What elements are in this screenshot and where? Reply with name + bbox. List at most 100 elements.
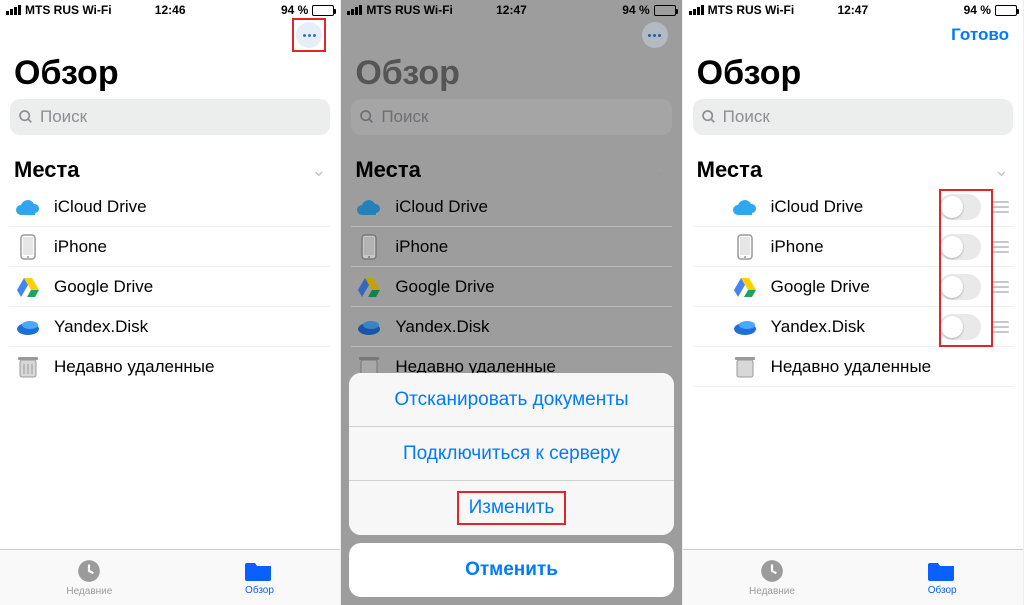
item-label: Недавно удаленные xyxy=(54,357,214,377)
sheet-edit[interactable]: Изменить xyxy=(349,481,673,535)
tab-bar: Недавние Обзор xyxy=(0,549,340,605)
sheet-option-label: Изменить xyxy=(469,497,555,518)
toggle-iphone[interactable] xyxy=(939,234,981,260)
folder-icon xyxy=(928,559,956,583)
search-icon xyxy=(701,109,717,125)
item-label: iPhone xyxy=(771,237,824,257)
sheet-scan-documents[interactable]: Отсканировать документы xyxy=(349,373,673,427)
section-title: Места xyxy=(697,157,763,183)
search-input[interactable]: Поиск xyxy=(693,99,1013,135)
list-item: Yandex.Disk xyxy=(693,307,1013,347)
tab-label: Обзор xyxy=(928,585,957,596)
search-placeholder: Поиск xyxy=(381,107,428,127)
search-placeholder: Поиск xyxy=(723,107,770,127)
section-title: Места xyxy=(355,157,421,183)
locations-list: iCloud Drive iPhone Google Drive xyxy=(683,187,1023,387)
status-bar: MTS RUS Wi-Fi 12:46 94 % xyxy=(0,0,340,20)
toggle-yadisk[interactable] xyxy=(939,314,981,340)
drag-handle[interactable] xyxy=(991,241,1009,253)
drag-handle[interactable] xyxy=(991,321,1009,333)
list-item: Google Drive xyxy=(693,267,1013,307)
list-item[interactable]: Google Drive xyxy=(351,267,671,307)
item-label: iPhone xyxy=(395,237,448,257)
clock-icon xyxy=(759,558,785,584)
section-header[interactable]: Места ⌄ xyxy=(0,141,340,187)
sheet-option-label: Подключиться к серверу xyxy=(403,443,620,465)
item-label: Yandex.Disk xyxy=(54,317,148,337)
tab-browse[interactable]: Обзор xyxy=(245,559,274,596)
iphone-icon xyxy=(731,233,759,261)
yadisk-icon xyxy=(14,313,42,341)
item-label: Google Drive xyxy=(54,277,153,297)
iphone-icon xyxy=(14,233,42,261)
item-label: Yandex.Disk xyxy=(395,317,489,337)
toggle-icloud[interactable] xyxy=(939,194,981,220)
clock-icon xyxy=(76,558,102,584)
battery-pct: 94 % xyxy=(281,3,308,17)
status-bar: MTS RUS Wi-Fi 12:47 94 % xyxy=(341,0,681,20)
list-item[interactable]: Google Drive xyxy=(10,267,330,307)
icloud-icon xyxy=(731,193,759,221)
carrier-label: MTS RUS Wi-Fi xyxy=(25,3,112,17)
locations-list: iCloud Drive iPhone Google Drive Yandex.… xyxy=(0,187,340,387)
item-label: iPhone xyxy=(54,237,107,257)
search-icon xyxy=(359,109,375,125)
tab-label: Обзор xyxy=(245,585,274,596)
sheet-cancel[interactable]: Отменить xyxy=(349,543,673,597)
tab-recent[interactable]: Недавние xyxy=(749,558,795,597)
carrier-label: MTS RUS Wi-Fi xyxy=(366,3,453,17)
drag-handle[interactable] xyxy=(991,201,1009,213)
clock: 12:47 xyxy=(837,3,868,17)
done-button[interactable]: Готово xyxy=(951,25,1009,45)
yadisk-icon xyxy=(355,313,383,341)
tab-browse[interactable]: Обзор xyxy=(928,559,957,596)
list-item[interactable]: Yandex.Disk xyxy=(10,307,330,347)
tab-recent[interactable]: Недавние xyxy=(66,558,112,597)
signal-icon xyxy=(6,5,21,15)
list-item[interactable]: Yandex.Disk xyxy=(351,307,671,347)
battery-icon xyxy=(995,5,1017,16)
page-title: Обзор xyxy=(683,50,1023,99)
list-item: iCloud Drive xyxy=(693,187,1013,227)
icloud-icon xyxy=(14,193,42,221)
screen-3: MTS RUS Wi-Fi 12:47 94 % Готово Обзор По… xyxy=(683,0,1024,605)
yadisk-icon xyxy=(731,313,759,341)
locations-list: iCloud Drive iPhone Google Drive Yandex.… xyxy=(341,187,681,387)
search-input[interactable]: Поиск xyxy=(351,99,671,135)
list-item[interactable]: iPhone xyxy=(10,227,330,267)
list-item[interactable]: iCloud Drive xyxy=(351,187,671,227)
highlight-more xyxy=(292,18,326,52)
page-title: Обзор xyxy=(341,50,681,99)
sheet-option-label: Отсканировать документы xyxy=(394,389,628,411)
more-button[interactable] xyxy=(296,22,322,48)
folder-icon xyxy=(245,559,273,583)
list-item[interactable]: Недавно удаленные xyxy=(10,347,330,387)
sheet-connect-server[interactable]: Подключиться к серверу xyxy=(349,427,673,481)
item-label: Yandex.Disk xyxy=(771,317,865,337)
iphone-icon xyxy=(355,233,383,261)
gdrive-icon xyxy=(355,273,383,301)
tab-label: Недавние xyxy=(66,586,112,597)
section-header[interactable]: Места ⌄ xyxy=(683,141,1023,187)
trash-icon xyxy=(14,353,42,381)
item-label: iCloud Drive xyxy=(395,197,488,217)
carrier-label: MTS RUS Wi-Fi xyxy=(708,3,795,17)
chevron-down-icon: ⌄ xyxy=(311,160,326,181)
search-icon xyxy=(18,109,34,125)
gdrive-icon xyxy=(14,273,42,301)
chevron-down-icon: ⌄ xyxy=(994,160,1009,181)
more-button[interactable] xyxy=(642,22,668,48)
toggle-gdrive[interactable] xyxy=(939,274,981,300)
list-item: iPhone xyxy=(693,227,1013,267)
list-item[interactable]: iCloud Drive xyxy=(10,187,330,227)
drag-handle[interactable] xyxy=(991,281,1009,293)
clock: 12:46 xyxy=(155,3,186,17)
item-label: Google Drive xyxy=(771,277,870,297)
battery-icon xyxy=(654,5,676,16)
screen-1: MTS RUS Wi-Fi 12:46 94 % Обзор Поиск Мес… xyxy=(0,0,341,605)
clock: 12:47 xyxy=(496,3,527,17)
section-header[interactable]: Места ⌄ xyxy=(341,141,681,187)
highlight-edit: Изменить xyxy=(457,491,567,525)
list-item[interactable]: iPhone xyxy=(351,227,671,267)
search-input[interactable]: Поиск xyxy=(10,99,330,135)
